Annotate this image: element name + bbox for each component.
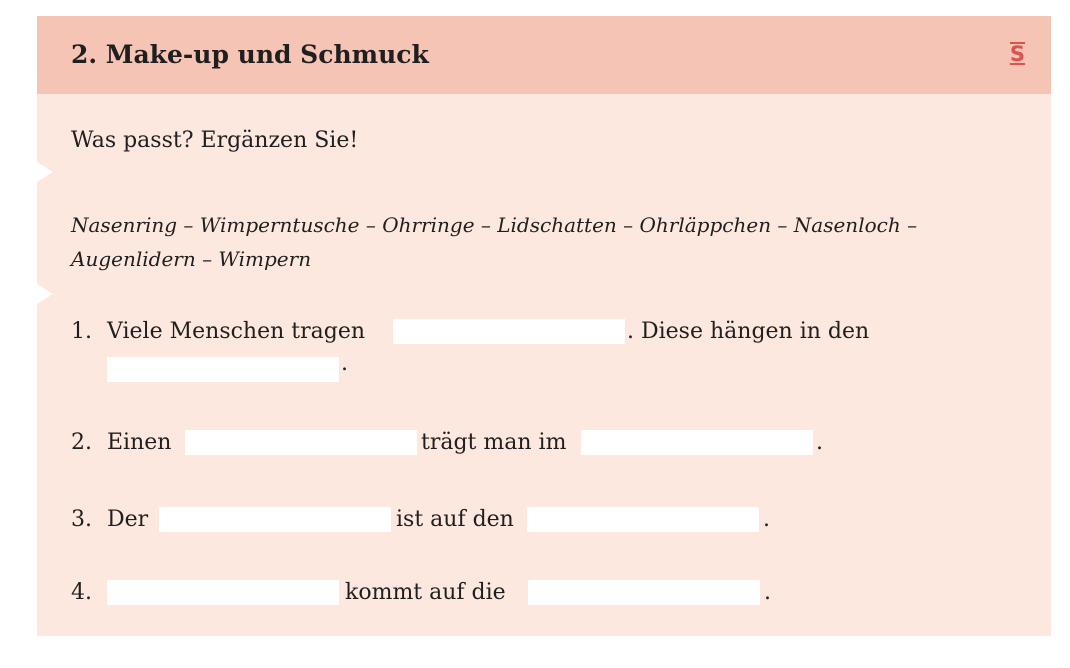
card-notch-decoration bbox=[37, 284, 53, 304]
blank-input[interactable] bbox=[393, 319, 625, 344]
sentence-text: ist auf den bbox=[396, 507, 514, 532]
blank-input[interactable] bbox=[527, 507, 759, 532]
sentence-text: kommt auf die bbox=[345, 580, 506, 605]
sentence-text: . Diese hängen in den bbox=[627, 319, 870, 344]
blank-input[interactable] bbox=[107, 357, 339, 382]
sentence-number: 3. bbox=[71, 507, 92, 532]
publisher-logo-icon: S bbox=[1009, 42, 1025, 66]
blank-input[interactable] bbox=[159, 507, 391, 532]
blank-input[interactable] bbox=[185, 430, 417, 455]
exercise-title: 2. Make-up und Schmuck bbox=[71, 40, 429, 69]
sentence-number: 1. bbox=[71, 319, 92, 344]
card-notch-decoration bbox=[37, 162, 53, 182]
sentence-text: Viele Menschen tragen bbox=[107, 319, 366, 344]
exercise-card: 2. Make-up und Schmuck S Was passt? Ergä… bbox=[37, 16, 1051, 636]
sentence-text: trägt man im bbox=[421, 430, 567, 455]
sentence-text: Der bbox=[107, 507, 149, 532]
blank-input[interactable] bbox=[528, 580, 760, 605]
sentence-punctuation: . bbox=[816, 430, 823, 455]
word-bank: Nasenring – Wimperntusche – Ohrringe – L… bbox=[71, 213, 918, 271]
sentence-number: 2. bbox=[71, 430, 92, 455]
instruction-text: Was passt? Ergänzen Sie! bbox=[71, 128, 359, 153]
sentence-punctuation: . bbox=[341, 351, 348, 376]
sentence-number: 4. bbox=[71, 580, 92, 605]
sentence-punctuation: . bbox=[763, 507, 770, 532]
sentence-punctuation: . bbox=[764, 580, 771, 605]
blank-input[interactable] bbox=[581, 430, 813, 455]
sentence-text: Einen bbox=[107, 430, 172, 455]
exercise-header: 2. Make-up und Schmuck S bbox=[37, 16, 1051, 94]
blank-input[interactable] bbox=[107, 580, 339, 605]
